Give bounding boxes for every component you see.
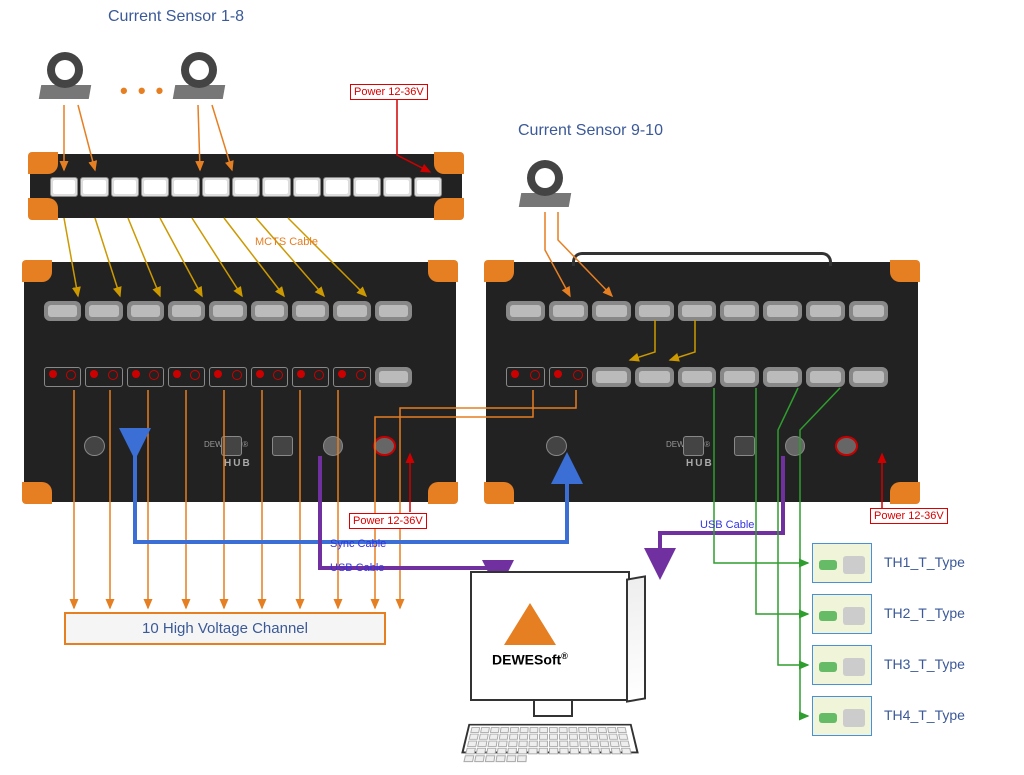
hub-usb — [272, 436, 293, 456]
dewesoft-text: DEWESoft — [492, 652, 561, 668]
label-power-right: Power 12-36V — [870, 508, 948, 524]
th-box-3 — [812, 645, 872, 685]
label-sensor-1-8: Current Sensor 1-8 — [108, 8, 244, 26]
label-sensor-9-10: Current Sensor 9-10 — [518, 122, 663, 140]
label-usb-left: USB Cable — [330, 562, 384, 574]
hub-pwr-in — [373, 436, 396, 456]
left-row2-hv — [168, 367, 205, 387]
right-row2-can — [849, 367, 888, 387]
left-row2-hv — [292, 367, 329, 387]
hub-label-right: HUB — [686, 458, 714, 469]
label-usb-right: USB Cable — [700, 519, 754, 531]
right-row2-db9 — [763, 367, 802, 387]
mcts-port — [414, 177, 442, 197]
left-row1-port — [85, 301, 122, 321]
right-row2-db9 — [806, 367, 845, 387]
left-row2-can — [375, 367, 412, 387]
right-row1-port — [506, 301, 545, 321]
dewesoft-logo-tri — [504, 603, 556, 645]
left-row1-port — [292, 301, 329, 321]
mcts-port — [323, 177, 351, 197]
handle-icon — [572, 252, 831, 266]
right-row1-port — [678, 301, 717, 321]
right-row2-db9 — [592, 367, 631, 387]
right-row1-can — [849, 301, 888, 321]
th-box-2 — [812, 594, 872, 634]
main-right-device: HUB DEWESoft® — [486, 262, 918, 502]
mcts-port — [171, 177, 199, 197]
label-sync: Sync Cable — [330, 538, 386, 550]
right-row1-port — [720, 301, 759, 321]
right-row2-db9 — [678, 367, 717, 387]
mcts-port — [383, 177, 411, 197]
hub-label-left: HUB — [224, 458, 252, 469]
mcts-port — [202, 177, 230, 197]
hub-usb-r — [734, 436, 755, 456]
hv-channel-box: 10 High Voltage Channel — [64, 612, 386, 645]
th-label-3: TH3_T_Type — [884, 656, 965, 672]
sensor-icon-8 — [172, 52, 226, 102]
left-row2-hv — [127, 367, 164, 387]
right-row1-port — [806, 301, 845, 321]
ellipsis-icon: • • • — [120, 78, 165, 104]
th-label-2: TH2_T_Type — [884, 605, 965, 621]
hub-pwr-in-r — [835, 436, 858, 456]
mcts-port — [111, 177, 139, 197]
mcts-port — [353, 177, 381, 197]
mcts-rack — [30, 154, 462, 218]
label-power-mid: Power 12-36V — [349, 513, 427, 529]
label-mcts: MCTS Cable — [255, 236, 318, 248]
left-row1-port — [168, 301, 205, 321]
left-row2-hv — [44, 367, 81, 387]
right-row2-db9 — [720, 367, 759, 387]
sensor-icon-9 — [518, 160, 572, 210]
right-row2-hv — [549, 367, 588, 387]
mcts-port — [141, 177, 169, 197]
left-row1-port — [251, 301, 288, 321]
hub-pwr-r — [785, 436, 806, 456]
left-row2-hv — [85, 367, 122, 387]
right-row1-port — [592, 301, 631, 321]
hub-sync-r — [546, 436, 567, 456]
left-row1-can — [375, 301, 412, 321]
mcts-port — [50, 177, 78, 197]
th-label-1: TH1_T_Type — [884, 554, 965, 570]
mcts-port — [262, 177, 290, 197]
hub-pwr — [323, 436, 344, 456]
main-left-device: HUB DEWESoft® — [24, 262, 456, 502]
label-power-top: Power 12-36V — [350, 84, 428, 100]
th-box-1 — [812, 543, 872, 583]
left-row1-port — [44, 301, 81, 321]
hub-exc-r — [683, 436, 704, 456]
left-row1-port — [209, 301, 246, 321]
mcts-port — [293, 177, 321, 197]
keyboard-icon — [461, 724, 639, 753]
right-row1-port — [763, 301, 802, 321]
right-row1-port — [635, 301, 674, 321]
computer-icon: DEWESoft® — [470, 571, 635, 755]
hub-exc — [221, 436, 242, 456]
th-label-4: TH4_T_Type — [884, 707, 965, 723]
sensor-icon-1 — [38, 52, 92, 102]
hub-sync — [84, 436, 105, 456]
left-row2-hv — [209, 367, 246, 387]
right-row1-port — [549, 301, 588, 321]
left-row1-port — [127, 301, 164, 321]
left-row2-hv — [333, 367, 370, 387]
mcts-port — [80, 177, 108, 197]
right-row2-hv — [506, 367, 545, 387]
right-row2-db9 — [635, 367, 674, 387]
left-row1-port — [333, 301, 370, 321]
mcts-port — [232, 177, 260, 197]
th-box-4 — [812, 696, 872, 736]
left-row2-hv — [251, 367, 288, 387]
